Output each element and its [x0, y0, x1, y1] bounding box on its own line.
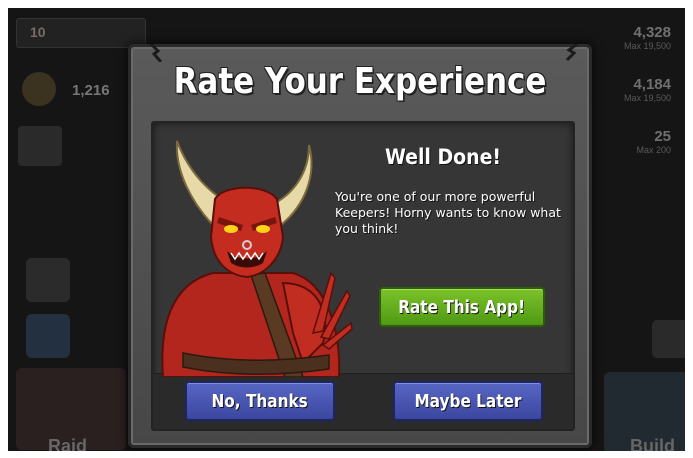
rate-app-label: Rate This App! — [398, 297, 526, 318]
game-background: 10 1,216 Raid Build 4,328 Max 19,500 4,1… — [8, 8, 685, 451]
crack-decoration — [565, 44, 578, 62]
resource-max: Max 19,500 — [623, 41, 671, 51]
resource-value: 25 — [654, 128, 671, 145]
star-icon[interactable] — [26, 258, 70, 302]
resource-stone: 4,184 Max 19,500 — [624, 76, 671, 103]
resource-minions: 25 Max 200 — [636, 128, 671, 155]
raid-label: Raid — [48, 436, 88, 451]
resource-value: 4,184 — [633, 76, 671, 93]
trophy-count: 1,216 — [72, 82, 110, 99]
play-icon[interactable] — [18, 126, 62, 166]
dialog-title: Rate Your Experience — [173, 61, 547, 102]
no-thanks-label: No, Thanks — [211, 391, 309, 412]
rate-dialog: Rate Your Experience Well Done! You're o… — [128, 44, 592, 448]
build-label: Build — [630, 436, 675, 451]
maybe-later-label: Maybe Later — [414, 391, 522, 412]
no-thanks-button[interactable]: No, Thanks — [185, 381, 335, 421]
level-number: 10 — [30, 24, 46, 40]
rate-app-button[interactable]: Rate This App! — [379, 287, 545, 327]
trophy-icon — [22, 72, 56, 106]
heading-well-done: Well Done! — [384, 145, 502, 169]
dialog-panel: Well Done! You're one of our more powerf… — [151, 121, 575, 431]
crack-decoration — [149, 44, 163, 62]
maybe-later-button[interactable]: Maybe Later — [393, 381, 543, 421]
dialog-message: You're one of our more powerful Keepers!… — [335, 189, 561, 236]
spellbook-icon[interactable] — [26, 314, 70, 358]
resource-max: Max 200 — [636, 145, 671, 155]
resource-max: Max 19,500 — [623, 93, 671, 103]
upgrade-arrow-icon[interactable] — [652, 320, 685, 358]
resource-value: 4,328 — [633, 24, 671, 41]
resource-gold: 4,328 Max 19,500 — [624, 24, 671, 51]
horned-demon-character — [161, 140, 353, 377]
